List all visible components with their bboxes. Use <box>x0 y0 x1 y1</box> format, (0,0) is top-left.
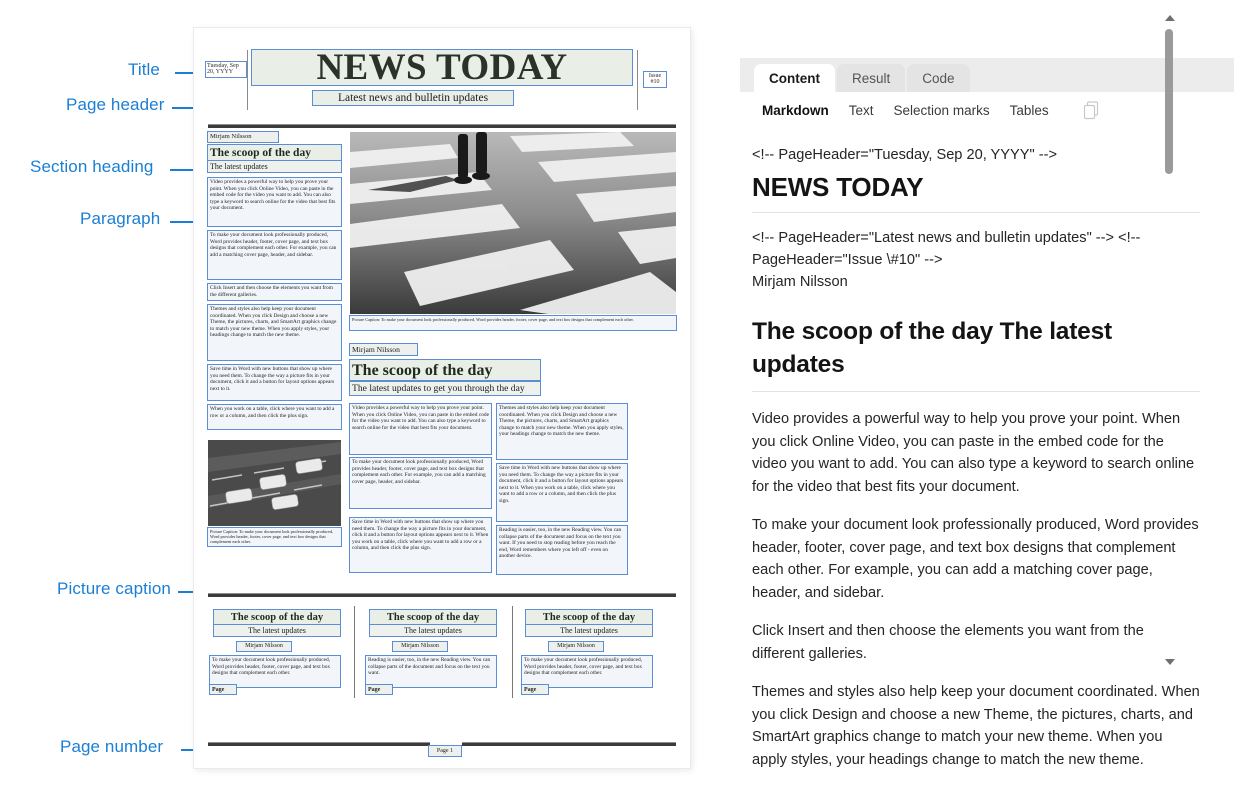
scroll-down-arrow-icon[interactable] <box>1165 659 1175 665</box>
annotation-label-title: Title <box>128 60 160 79</box>
document-byline: Mirjam Nilsson <box>392 641 448 652</box>
document-subheading: The latest updates to get you through th… <box>349 381 541 396</box>
document-paragraph: Reading is easier, too, in the new Readi… <box>365 655 497 688</box>
markdown-paragraph: To make your document look professionall… <box>752 517 1199 601</box>
document-paragraph: Themes and styles also help keep your do… <box>496 403 628 460</box>
markdown-paragraph: Themes and styles also help keep your do… <box>752 684 1200 768</box>
document-photo-highway <box>208 440 341 526</box>
document-paragraph: To make your document look professionall… <box>207 230 342 280</box>
annotation-label-picture-caption: Picture caption <box>57 579 171 598</box>
footer-divider-right <box>462 742 676 746</box>
document-page-xx: Page XX <box>209 684 237 695</box>
document-byline: Mirjam Nilsson <box>548 641 604 652</box>
markdown-divider <box>752 391 1200 392</box>
markdown-h2: The scoop of the day The latest updates <box>752 318 1112 378</box>
document-subheading: The latest updates <box>207 160 342 173</box>
annotation-label-page-number: Page number <box>60 737 164 756</box>
document-section-heading: The scoop of the day <box>207 144 342 161</box>
document-paragraph: Video provides a powerful way to help yo… <box>207 177 342 227</box>
column-rule <box>354 606 355 698</box>
document-paragraph: Save time in Word with new buttons that … <box>349 517 492 573</box>
document-page-xx: Page XX <box>365 684 393 695</box>
tab-code[interactable]: Code <box>907 64 970 92</box>
footer-divider-left <box>208 742 430 746</box>
subtab-tables[interactable]: Tables <box>1010 103 1049 118</box>
document-page-xx: Page XX <box>521 684 549 695</box>
document-picture-caption: Picture Caption: To make your document l… <box>349 315 677 331</box>
masthead-divider <box>208 124 676 128</box>
subtab-markdown[interactable]: Markdown <box>762 103 829 118</box>
copy-glyph <box>1083 100 1098 119</box>
subtab-text[interactable]: Text <box>849 103 874 118</box>
document-paragraph: Save time in Word with new buttons that … <box>496 463 628 522</box>
document-byline: Mirjam Nilsson <box>207 131 279 143</box>
highway-image <box>208 440 341 526</box>
document-page: Tuesday, Sep 20, YYYY Issue #10 NEWS TOD… <box>194 28 690 768</box>
document-section-heading: The scoop of the day <box>369 609 497 625</box>
markdown-byline: Mirjam Nilsson <box>752 274 848 290</box>
document-title: NEWS TODAY <box>251 49 633 86</box>
document-section-heading: The scoop of the day <box>525 609 653 625</box>
document-picture-caption: Picture Caption: To make your document l… <box>207 527 342 547</box>
document-paragraph: Click Insert and then choose the element… <box>207 283 342 301</box>
document-subheading: The latest updates <box>369 624 497 637</box>
scroll-up-arrow-icon[interactable] <box>1165 15 1175 21</box>
markdown-paragraph: Video provides a powerful way to help yo… <box>752 411 1195 495</box>
document-issue-stamp: Issue #10 <box>643 71 667 88</box>
tab-content[interactable]: Content <box>754 64 835 92</box>
tab-result[interactable]: Result <box>837 64 906 92</box>
document-section-heading: The scoop of the day <box>349 359 541 381</box>
markdown-output[interactable]: <!-- PageHeader="Tuesday, Sep 20, YYYY" … <box>740 130 1234 805</box>
document-paragraph: To make your document look professionall… <box>521 655 653 688</box>
markdown-comment-date: <!-- PageHeader="Tuesday, Sep 20, YYYY" … <box>752 147 1057 163</box>
results-panel: Content Result Code Markdown Text Select… <box>706 0 1234 810</box>
document-paragraph: To make your document look professionall… <box>209 655 341 688</box>
annotation-label-section-heading: Section heading <box>30 157 154 176</box>
annotated-document-pane: Title Page header Section heading Paragr… <box>0 0 706 810</box>
markdown-divider <box>752 212 1200 213</box>
document-byline: Mirjam Nilsson <box>236 641 292 652</box>
markdown-paragraph: Click Insert and then choose the element… <box>752 623 1144 662</box>
document-paragraph: Save time in Word with new buttons that … <box>207 364 342 401</box>
masthead-rule-left <box>247 50 248 110</box>
document-byline: Mirjam Nilsson <box>349 343 418 356</box>
document-paragraph: To make your document look professionall… <box>349 457 492 509</box>
document-subheading: The latest updates <box>213 624 341 637</box>
crosswalk-image <box>350 132 676 314</box>
document-paragraph: Reading is easier, too, in the new Readi… <box>496 525 628 575</box>
document-photo-crosswalk <box>350 132 676 314</box>
document-paragraph: When you work on a table, click where yo… <box>207 404 342 430</box>
annotation-label-paragraph: Paragraph <box>80 209 161 228</box>
document-section-heading: The scoop of the day <box>213 609 341 625</box>
document-paragraph: Video provides a powerful way to help yo… <box>349 403 492 455</box>
document-date-stamp: Tuesday, Sep 20, YYYY <box>205 61 247 78</box>
column-rule <box>512 606 513 698</box>
sub-tab-bar: Markdown Text Selection marks Tables <box>740 92 1234 128</box>
document-subtitle: Latest news and bulletin updates <box>312 90 514 106</box>
bottom-section-divider <box>208 593 676 597</box>
subtab-selection-marks[interactable]: Selection marks <box>894 103 990 118</box>
annotation-label-page-header: Page header <box>66 95 165 114</box>
markdown-h1: NEWS TODAY <box>752 172 924 202</box>
vertical-scrollbar[interactable] <box>1163 15 1175 675</box>
tab-bar: Content Result Code <box>740 58 1234 92</box>
document-subheading: The latest updates <box>525 624 653 637</box>
document-paragraph: Themes and styles also help keep your do… <box>207 304 342 361</box>
markdown-comment-subheader: <!-- PageHeader="Latest news and bulleti… <box>752 230 1141 268</box>
copy-icon[interactable] <box>1083 100 1100 120</box>
scrollbar-thumb[interactable] <box>1164 29 1173 174</box>
document-page-number: Page 1 <box>428 745 462 757</box>
masthead-rule-right <box>637 50 638 110</box>
